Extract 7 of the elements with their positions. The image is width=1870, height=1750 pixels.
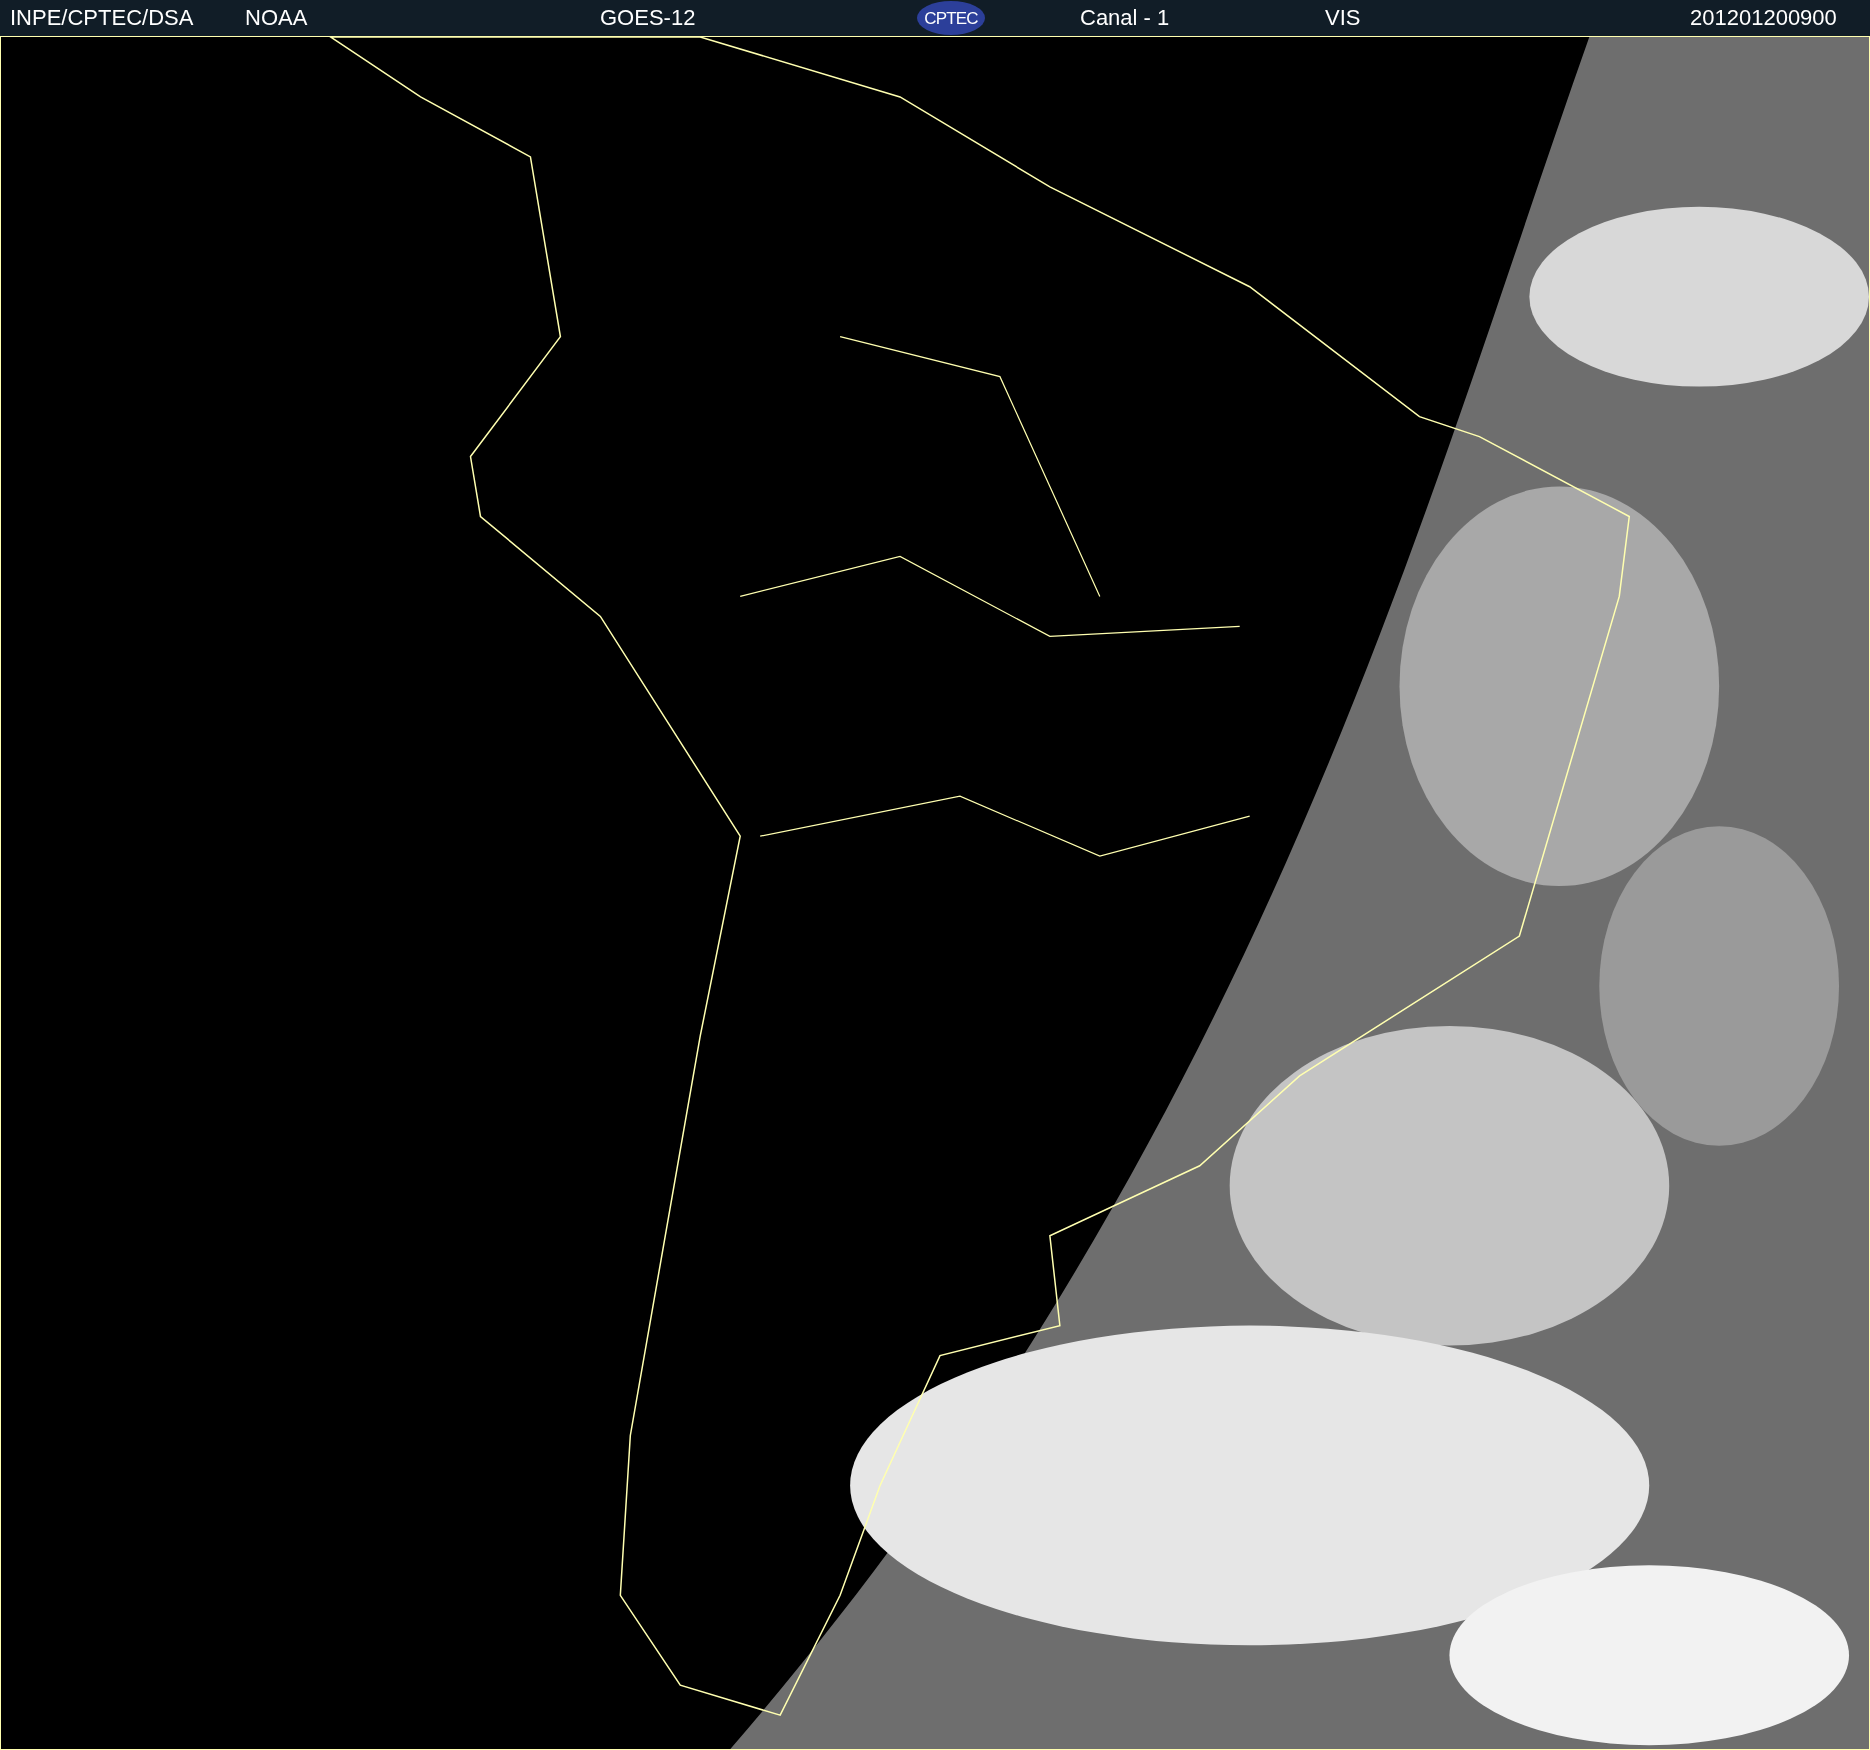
- cptec-logo: CPTEC: [917, 1, 985, 35]
- channel-label: Canal - 1: [1080, 7, 1171, 29]
- agency-label: INPE/CPTEC/DSA: [10, 7, 195, 29]
- timestamp-label: 201201200900: [1690, 7, 1837, 29]
- band-label: VIS: [1325, 7, 1362, 29]
- source-label: NOAA: [245, 7, 309, 29]
- satellite-label: GOES-12: [600, 7, 697, 29]
